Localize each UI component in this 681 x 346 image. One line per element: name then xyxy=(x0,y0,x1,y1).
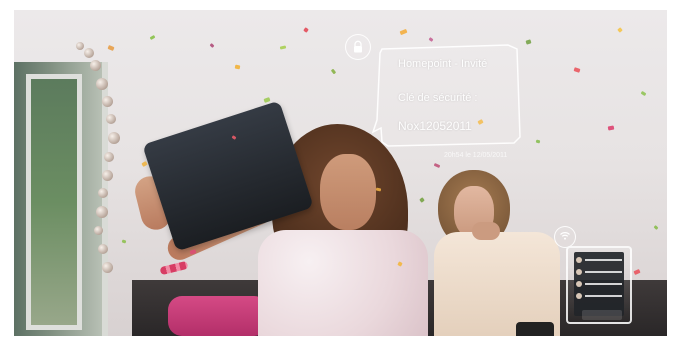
pink-pillow xyxy=(168,296,268,336)
curtain-bead xyxy=(106,114,116,124)
avatar xyxy=(576,292,582,299)
tablet-row xyxy=(576,291,622,300)
tablet-line xyxy=(585,270,622,273)
curtain-bead xyxy=(98,188,108,198)
tablet-row xyxy=(576,255,622,264)
tablet-line xyxy=(585,282,622,285)
date-stamp: 20h54 le 12/05/2011 xyxy=(444,152,508,159)
tablet-line xyxy=(585,294,622,297)
left-person-face xyxy=(320,154,376,230)
curtain-bead xyxy=(76,42,84,50)
confetti-piece xyxy=(607,125,615,131)
confetti-piece xyxy=(525,39,532,45)
right-person-phone xyxy=(516,322,554,336)
avatar xyxy=(576,256,582,263)
bracelet xyxy=(159,260,189,276)
confetti-piece xyxy=(419,197,425,203)
confetti-piece xyxy=(209,43,215,48)
pompom-curtain xyxy=(68,38,128,298)
wifi-icon-glyph xyxy=(560,232,570,240)
curtain-bead xyxy=(108,132,120,144)
tablet-line xyxy=(585,258,622,261)
lock-icon xyxy=(345,34,371,60)
curtain-bead xyxy=(90,60,101,71)
confetti-piece xyxy=(573,67,581,73)
curtain-bead xyxy=(96,78,108,90)
confetti-piece xyxy=(399,28,408,36)
confetti-piece xyxy=(279,45,287,50)
confetti-piece xyxy=(330,68,337,75)
curtain-bead xyxy=(102,170,113,181)
lock-icon-glyph xyxy=(354,40,362,53)
curtain-bead xyxy=(94,226,103,235)
curtain-bead xyxy=(98,244,108,254)
confetti-piece xyxy=(149,34,156,41)
tablet-accent xyxy=(582,310,622,320)
left-person-shirt xyxy=(258,230,428,336)
security-key-value: Nox12052011 xyxy=(398,119,472,133)
confetti-piece xyxy=(535,139,541,144)
confetti-piece xyxy=(263,97,271,103)
confetti-piece xyxy=(433,162,441,169)
confetti-piece xyxy=(653,225,659,230)
curtain-bead xyxy=(102,262,113,273)
tablet-row xyxy=(576,279,622,288)
tablet-row xyxy=(576,267,622,276)
wifi-network-name: Homepoint - Invité xyxy=(398,58,488,70)
avatar xyxy=(576,268,582,275)
security-key-label: Clé de sécurité : xyxy=(398,92,478,104)
confetti-piece xyxy=(617,27,623,33)
avatar xyxy=(576,280,582,287)
right-person-sweater xyxy=(434,232,560,336)
curtain-bead xyxy=(84,48,94,58)
confetti-piece xyxy=(640,90,647,97)
confetti-piece xyxy=(234,64,241,70)
curtain-bead xyxy=(104,152,114,162)
curtain-bead xyxy=(102,96,113,107)
right-person-hand xyxy=(472,222,500,240)
photo-scene: Homepoint - Invité Clé de sécurité : Nox… xyxy=(14,10,667,336)
curtain-bead xyxy=(96,206,108,218)
confetti-piece xyxy=(303,27,309,33)
tablet-screen xyxy=(574,252,624,316)
confetti-piece xyxy=(633,268,641,276)
wifi-icon xyxy=(554,226,576,248)
confetti-piece xyxy=(141,161,148,167)
